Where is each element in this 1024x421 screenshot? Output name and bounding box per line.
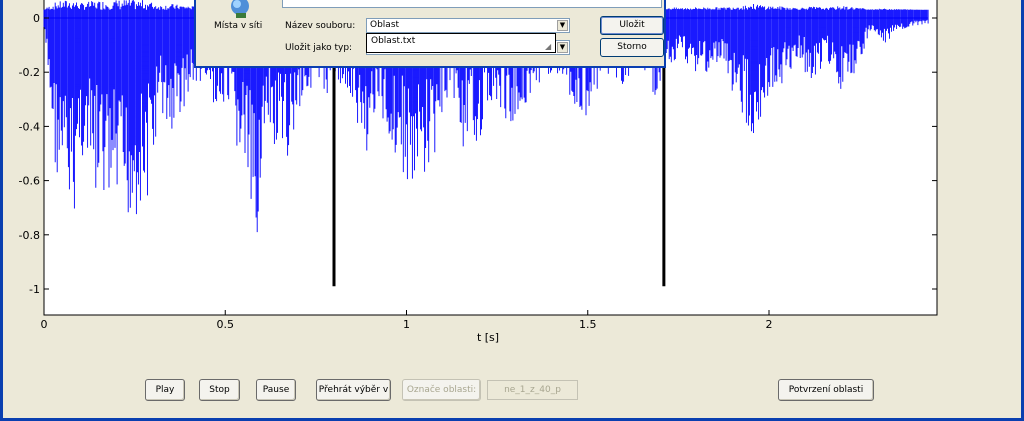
x-tick-label: 1.5	[579, 318, 597, 331]
places-bar: Místa v síti	[196, 0, 282, 66]
filetype-label: Uložit jako typ:	[285, 43, 353, 53]
filename-input[interactable]: Oblast	[370, 20, 399, 30]
save-dialog: Místa v síti Název souboru: Oblast ▼ Ulo…	[194, 0, 666, 68]
region-name-field[interactable]: ne_1_z_40_p	[487, 380, 578, 400]
y-tick-label: -0.6	[19, 175, 40, 188]
x-tick-label: 2	[766, 318, 773, 331]
network-places-label: Místa v síti	[214, 21, 263, 31]
resize-grip-icon[interactable]: ◢	[545, 42, 554, 51]
autocomplete-item[interactable]: Oblast.txt	[371, 36, 415, 46]
confirm-area-button[interactable]: Potvrzení oblasti	[778, 379, 874, 401]
filename-label: Název souboru:	[285, 21, 356, 31]
x-tick-label: 1	[403, 318, 410, 331]
pause-button[interactable]: Pause	[256, 379, 296, 401]
y-tick-label: -0.8	[19, 229, 40, 242]
x-axis-label: t [s]	[477, 331, 499, 344]
play-button[interactable]: Play	[145, 379, 185, 401]
filetype-dropdown-arrow[interactable]: ▼	[557, 42, 568, 53]
y-tick-label: -1	[29, 283, 40, 296]
filename-dropdown-arrow[interactable]: ▼	[557, 20, 568, 31]
autocomplete-dropdown[interactable]: Oblast.txt ◢	[366, 33, 556, 53]
cancel-button[interactable]: Storno	[600, 38, 664, 57]
filename-combo[interactable]: Oblast ▼	[366, 18, 570, 33]
save-button[interactable]: Uložit	[600, 16, 664, 35]
stop-button[interactable]: Stop	[199, 379, 240, 401]
file-list-area[interactable]	[282, 0, 662, 8]
play-selection-button[interactable]: Přehrát výběr v	[316, 379, 391, 401]
y-tick-label: 0	[33, 12, 40, 25]
y-tick-label: -0.4	[19, 120, 40, 133]
mark-area-button[interactable]: Označe oblasti:	[402, 379, 481, 401]
x-tick-label: 0	[41, 318, 48, 331]
y-tick-label: -0.2	[19, 66, 40, 79]
x-tick-label: 0.5	[217, 318, 235, 331]
network-places-icon[interactable]	[226, 0, 254, 20]
